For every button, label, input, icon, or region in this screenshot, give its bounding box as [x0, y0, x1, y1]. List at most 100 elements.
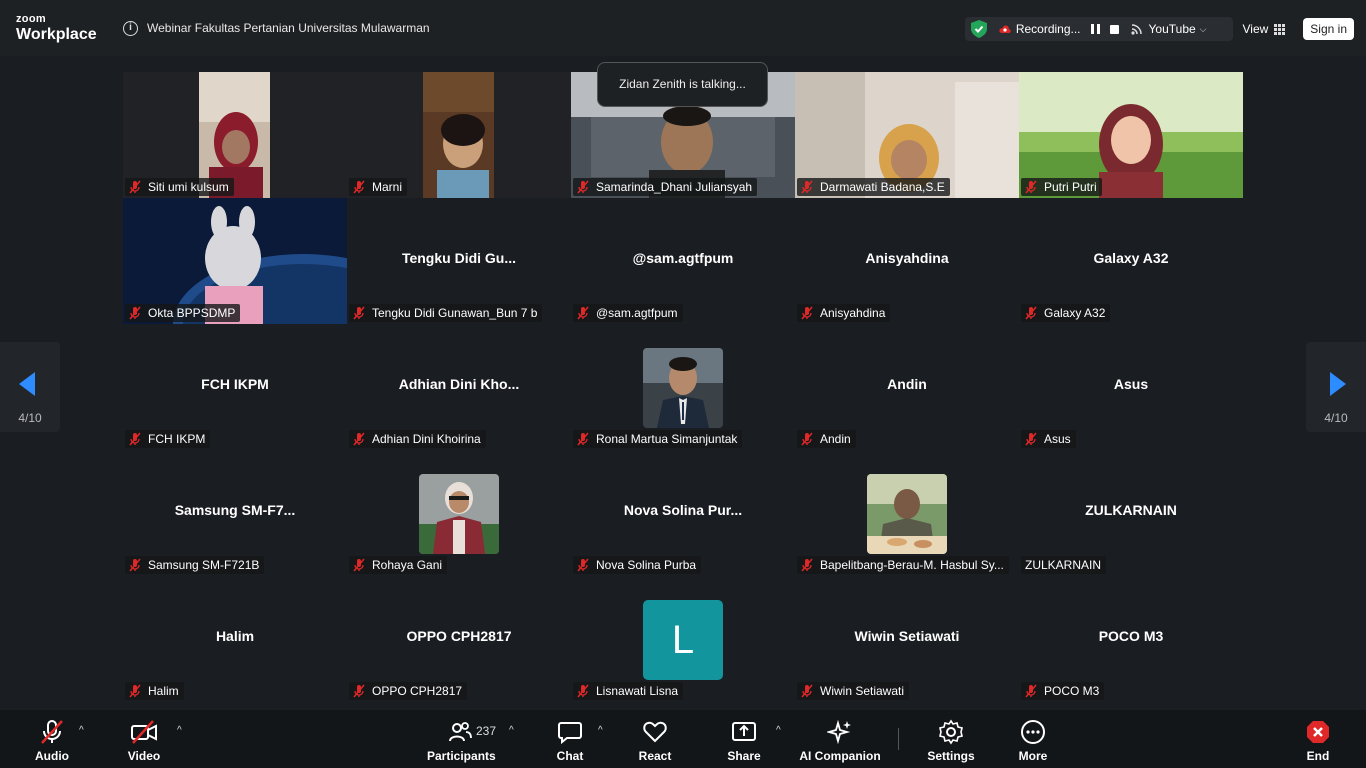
participant-name: Ronal Martua Simanjuntak — [596, 432, 738, 446]
participant-tile[interactable]: OPPO CPH2817 OPPO CPH2817 — [347, 576, 571, 702]
participant-name-label: Bapelitbang-Berau-M. Hasbul Sy... — [797, 556, 1009, 574]
muted-mic-icon — [129, 180, 141, 194]
participant-name: Adhian Dini Khoirina — [372, 432, 481, 446]
participant-name-label: Asus — [1021, 430, 1076, 448]
chat-button[interactable]: Chat — [552, 719, 588, 763]
participant-tile[interactable]: Putri Putri — [1019, 72, 1243, 198]
ai-companion-button[interactable]: AI Companion — [799, 719, 881, 763]
chat-options-caret-icon[interactable]: ^ — [598, 725, 603, 736]
participant-tile[interactable]: Adhian Dini Kho... Adhian Dini Khoirina — [347, 324, 571, 450]
participant-name-label: Darmawati Badana,S.E — [797, 178, 950, 196]
participant-name: Marni — [372, 180, 403, 194]
settings-label: Settings — [927, 749, 975, 763]
pause-recording-button[interactable] — [1090, 24, 1100, 34]
youtube-stream-button[interactable]: YouTube — [1149, 22, 1196, 36]
logo-zoom-text: zoom — [16, 13, 46, 25]
more-label: More — [1018, 749, 1048, 763]
participants-options-caret-icon[interactable]: ^ — [509, 725, 514, 736]
participant-display-name: ZULKARNAIN — [1085, 502, 1177, 518]
share-screen-icon — [732, 722, 756, 741]
participant-video — [423, 72, 494, 198]
participant-name-label: ZULKARNAIN — [1021, 556, 1107, 574]
previous-page-button[interactable]: 4/10 — [0, 342, 60, 432]
react-button[interactable]: React — [636, 719, 674, 763]
muted-mic-icon — [577, 558, 589, 572]
end-call-icon — [1307, 721, 1329, 743]
muted-mic-icon — [129, 558, 141, 572]
profile-photo — [419, 474, 499, 554]
audio-label: Audio — [35, 749, 69, 763]
view-button[interactable]: View — [1243, 22, 1269, 36]
end-button[interactable]: End — [1302, 719, 1334, 763]
chevron-down-icon[interactable]: ⌵ — [1200, 24, 1207, 35]
participant-display-name: FCH IKPM — [201, 376, 269, 392]
participant-tile[interactable]: L Lisnawati Lisna — [571, 576, 795, 702]
participant-tile[interactable]: Bapelitbang-Berau-M. Hasbul Sy... — [795, 450, 1019, 576]
muted-mic-icon — [1025, 432, 1037, 446]
participant-display-name: Galaxy A32 — [1093, 250, 1169, 266]
toolbar-divider — [898, 728, 899, 750]
audio-options-caret-icon[interactable]: ^ — [79, 725, 84, 736]
grid-view-icon[interactable] — [1274, 23, 1286, 35]
stop-recording-button[interactable] — [1109, 24, 1119, 34]
participant-tile[interactable]: Anisyahdina Anisyahdina — [795, 198, 1019, 324]
heart-icon — [643, 721, 667, 743]
next-page-button[interactable]: 4/10 — [1306, 342, 1366, 432]
sparkle-icon — [827, 719, 851, 745]
ai-companion-label: AI Companion — [799, 749, 881, 763]
settings-button[interactable]: Settings — [926, 719, 976, 763]
shield-check-icon[interactable] — [970, 20, 987, 38]
share-label: Share — [727, 749, 761, 763]
info-icon[interactable]: i — [123, 21, 138, 36]
participant-tile[interactable]: Samsung SM-F7... Samsung SM-F721B — [123, 450, 347, 576]
sign-in-button[interactable]: Sign in — [1303, 18, 1354, 40]
participant-name-label: Samarinda_Dhani Juliansyah — [573, 178, 758, 196]
muted-mic-icon — [353, 432, 365, 446]
participant-name: POCO M3 — [1044, 684, 1100, 698]
participant-display-name: Adhian Dini Kho... — [398, 376, 520, 392]
participant-tile[interactable]: Nova Solina Pur... Nova Solina Purba — [571, 450, 795, 576]
participant-name: OPPO CPH2817 — [372, 684, 463, 698]
participant-tile[interactable]: Galaxy A32 Galaxy A32 — [1019, 198, 1243, 324]
participant-tile[interactable]: POCO M3 POCO M3 — [1019, 576, 1243, 702]
mic-muted-icon — [41, 720, 63, 744]
participant-tile[interactable]: Halim Halim — [123, 576, 347, 702]
muted-mic-icon — [801, 180, 813, 194]
participant-tile[interactable]: Tengku Didi Gu... Tengku Didi Gunawan_Bu… — [347, 198, 571, 324]
muted-mic-icon — [1025, 306, 1037, 320]
participant-tile[interactable]: Ronal Martua Simanjuntak — [571, 324, 795, 450]
participant-name: Halim — [148, 684, 179, 698]
participant-name: Bapelitbang-Berau-M. Hasbul Sy... — [820, 558, 1004, 572]
participant-tile[interactable]: Asus Asus — [1019, 324, 1243, 450]
participant-tile[interactable]: Rohaya Gani — [347, 450, 571, 576]
video-button[interactable]: Video — [124, 719, 164, 763]
video-off-icon — [131, 720, 157, 744]
participant-name-label: Andin — [797, 430, 856, 448]
muted-mic-icon — [801, 306, 813, 320]
muted-mic-icon — [577, 684, 589, 698]
participant-tile[interactable]: Wiwin Setiawati Wiwin Setiawati — [795, 576, 1019, 702]
share-options-caret-icon[interactable]: ^ — [776, 725, 781, 736]
participant-tile[interactable]: Siti umi kulsum — [123, 72, 347, 198]
video-options-caret-icon[interactable]: ^ — [177, 725, 182, 736]
muted-mic-icon — [577, 432, 589, 446]
more-button[interactable]: More — [1013, 719, 1053, 763]
video-gallery: Siti umi kulsum Marni Samarinda_Dhani Ju… — [0, 56, 1366, 710]
participant-tile[interactable]: Okta BPPSDMP — [123, 198, 347, 324]
participant-name-label: Okta BPPSDMP — [125, 304, 241, 322]
participant-name-label: Wiwin Setiawati — [797, 682, 910, 700]
arrow-left-icon — [19, 372, 35, 396]
participant-tile[interactable]: FCH IKPM FCH IKPM — [123, 324, 347, 450]
participant-name: Tengku Didi Gunawan_Bun 7 b — [372, 306, 538, 320]
participant-tile[interactable]: Andin Andin — [795, 324, 1019, 450]
share-button[interactable]: Share — [726, 719, 762, 763]
audio-button[interactable]: Audio — [32, 719, 72, 763]
muted-mic-icon — [353, 684, 365, 698]
participant-tile[interactable]: Marni — [347, 72, 571, 198]
participant-tile[interactable]: @sam.agtfpum @sam.agtfpum — [571, 198, 795, 324]
muted-mic-icon — [353, 558, 365, 572]
live-stream-icon — [1130, 24, 1142, 35]
participants-label: Participants — [427, 749, 496, 763]
participant-tile[interactable]: ZULKARNAIN ZULKARNAIN — [1019, 450, 1243, 576]
participant-tile[interactable]: Darmawati Badana,S.E — [795, 72, 1019, 198]
